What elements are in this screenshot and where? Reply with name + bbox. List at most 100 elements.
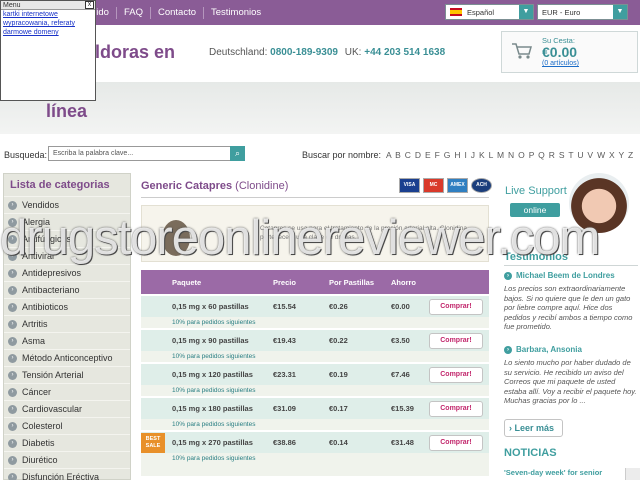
arrow-right-icon: ›: [504, 271, 512, 280]
savings-cell: €0.00: [391, 302, 410, 311]
cart-items-link[interactable]: (0 artículos): [542, 60, 579, 67]
close-icon[interactable]: x: [85, 1, 94, 9]
top-nav: dido FAQ Contacto Testimonios: [84, 0, 268, 25]
arrow-right-icon: ›: [8, 268, 17, 278]
arrow-right-icon: ›: [8, 438, 17, 448]
arrow-right-icon: ›: [504, 345, 512, 354]
language-select[interactable]: Español ▼: [445, 4, 534, 20]
menu-popup-title: Menu: [3, 2, 21, 9]
testimonials-title: Testimonios: [504, 251, 568, 263]
price-cell: €31.09: [273, 404, 296, 413]
price-cell: €38.86: [273, 438, 296, 447]
spain-flag-icon: [450, 8, 462, 16]
discount-note: 10% para pedidos siguientes: [141, 385, 489, 396]
category-label: Antibioticos: [22, 302, 69, 312]
category-label: Antidepresivos: [22, 268, 82, 278]
sidebar-category-item[interactable]: › Tensión Arterial: [4, 366, 130, 383]
table-row: BEST SALE 0,15 mg x 270 pastillas €38.86 €0…: [141, 430, 489, 453]
nav-item-faq[interactable]: FAQ: [117, 6, 151, 19]
ach-icon: ACH: [471, 178, 492, 193]
category-label: Disfunción Eréctiva: [22, 472, 100, 480]
search-input[interactable]: Escriba la palabra clave...: [48, 146, 232, 161]
product-generic: (Clonidine): [235, 180, 289, 192]
chevron-down-icon[interactable]: ▼: [519, 5, 533, 19]
buy-button[interactable]: Comprar!: [429, 299, 483, 315]
product-image: [162, 220, 190, 256]
buy-button[interactable]: Comprar!: [429, 401, 483, 417]
live-support-title: Live Support: [505, 185, 567, 197]
category-label: Cáncer: [22, 387, 52, 397]
cart-amount: €0.00: [542, 44, 578, 60]
arrow-right-icon: ›: [8, 234, 17, 244]
savings-cell: €31.48: [391, 438, 414, 447]
live-support[interactable]: Live Support online: [502, 173, 638, 235]
category-label: Asma: [22, 336, 46, 346]
sidebar-category-item[interactable]: › Antifúngicos: [4, 230, 130, 247]
sidebar-category-item[interactable]: › Método Anticonceptivo: [4, 349, 130, 366]
sidebar-category-item[interactable]: › Diabetis: [4, 434, 130, 451]
buy-button[interactable]: Comprar!: [429, 367, 483, 383]
news-item[interactable]: 'Seven-day week' for senior: [504, 468, 602, 477]
menu-link[interactable]: wypracowania, referaty: [1, 19, 95, 28]
sidebar-category-item[interactable]: › Diurético: [4, 451, 130, 468]
sidebar-category-item[interactable]: › Vendidos: [4, 196, 130, 213]
phone-label-de: Deutschland:: [209, 47, 268, 58]
currency-select[interactable]: EUR - Euro ▼: [537, 4, 628, 20]
phone-de: 0800-189-9309: [270, 47, 338, 58]
sidebar-category-item[interactable]: › Alergia: [4, 213, 130, 230]
arrow-right-icon: ›: [8, 285, 17, 295]
table-row: 0,15 mg x 90 pastillas €19.43 €0.22 €3.50 Co…: [141, 328, 489, 351]
col-ahorro: Ahorro: [391, 277, 416, 287]
product-name: Generic Catapres: [141, 180, 233, 192]
buy-button[interactable]: Comprar!: [429, 333, 483, 349]
package-cell: 0,15 mg x 90 pastillas: [172, 336, 249, 345]
online-badge[interactable]: online: [510, 203, 560, 217]
nav-item-contacto[interactable]: Contacto: [151, 6, 205, 19]
scrollbar[interactable]: [625, 468, 640, 480]
menu-link[interactable]: kartki internetowe: [1, 10, 95, 19]
sidebar-category-item[interactable]: › Cáncer: [4, 383, 130, 400]
package-cell: 0,15 mg x 120 pastillas: [172, 370, 253, 379]
sidebar-category-item[interactable]: › Antiviral: [4, 247, 130, 264]
product-description: Catapres se usa para el tratamiento de l…: [260, 225, 468, 241]
sidebar-category-item[interactable]: › Artritis: [4, 315, 130, 332]
per-pill-cell: €0.22: [329, 336, 348, 345]
cart-box[interactable]: Su Cesta: €0.00 (0 artículos): [501, 31, 638, 73]
package-cell: 0,15 mg x 180 pastillas: [172, 404, 253, 413]
language-value: Español: [467, 7, 495, 17]
testimonial-author: › Michael Beem de Londres: [504, 271, 638, 280]
best-sale-badge: BEST SALE: [141, 433, 165, 453]
sidebar-category-item[interactable]: › Cardiovascular: [4, 400, 130, 417]
category-label: Alergia: [22, 217, 51, 227]
site-title-line2: línea: [46, 101, 88, 121]
chevron-down-icon[interactable]: ▼: [613, 5, 627, 19]
table-row: 0,15 mg x 60 pastillas €15.54 €0.26 €0.00 Co…: [141, 294, 489, 317]
read-more-button[interactable]: › Leer más: [504, 419, 563, 437]
buy-button[interactable]: Comprar!: [429, 435, 483, 451]
sidebar-category-item[interactable]: › Disfunción Eréctiva: [4, 468, 130, 480]
product-info-box: Catapres se usa para el tratamiento de l…: [141, 205, 489, 262]
savings-cell: €7.46: [391, 370, 410, 379]
category-label: Método Anticonceptivo: [22, 353, 113, 363]
search-icon[interactable]: ⌕: [230, 146, 245, 161]
savings-cell: €15.39: [391, 404, 414, 413]
per-pill-cell: €0.19: [329, 370, 348, 379]
sidebar-category-item[interactable]: › Asma: [4, 332, 130, 349]
header-band: [0, 82, 640, 134]
sidebar-category-item[interactable]: › Antibacteriano: [4, 281, 130, 298]
sidebar-category-item[interactable]: › Antidepresivos: [4, 264, 130, 281]
menu-link[interactable]: darmowe domeny: [1, 28, 95, 37]
arrow-right-icon: ›: [8, 336, 17, 346]
sidebar-category-item[interactable]: › Antibioticos: [4, 298, 130, 315]
per-pill-cell: €0.14: [329, 438, 348, 447]
support-agent-avatar: [569, 173, 629, 233]
sidebar-category-item[interactable]: › Colesterol: [4, 417, 130, 434]
nav-item-testimonios[interactable]: Testimonios: [204, 7, 268, 19]
table-row: 0,15 mg x 180 pastillas €31.09 €0.17 €15.39…: [141, 396, 489, 419]
divider: [504, 265, 638, 266]
category-label: Diurético: [22, 455, 58, 465]
alpha-search-label: Buscar por nombre:: [302, 150, 382, 160]
testimonial: › Barbara, Ansonia Lo siento mucho por ha…: [504, 345, 638, 406]
visa-icon: VISA: [399, 178, 420, 193]
alpha-letters[interactable]: A B C D E F G H I J K L M N O P Q R S T …: [386, 150, 634, 160]
